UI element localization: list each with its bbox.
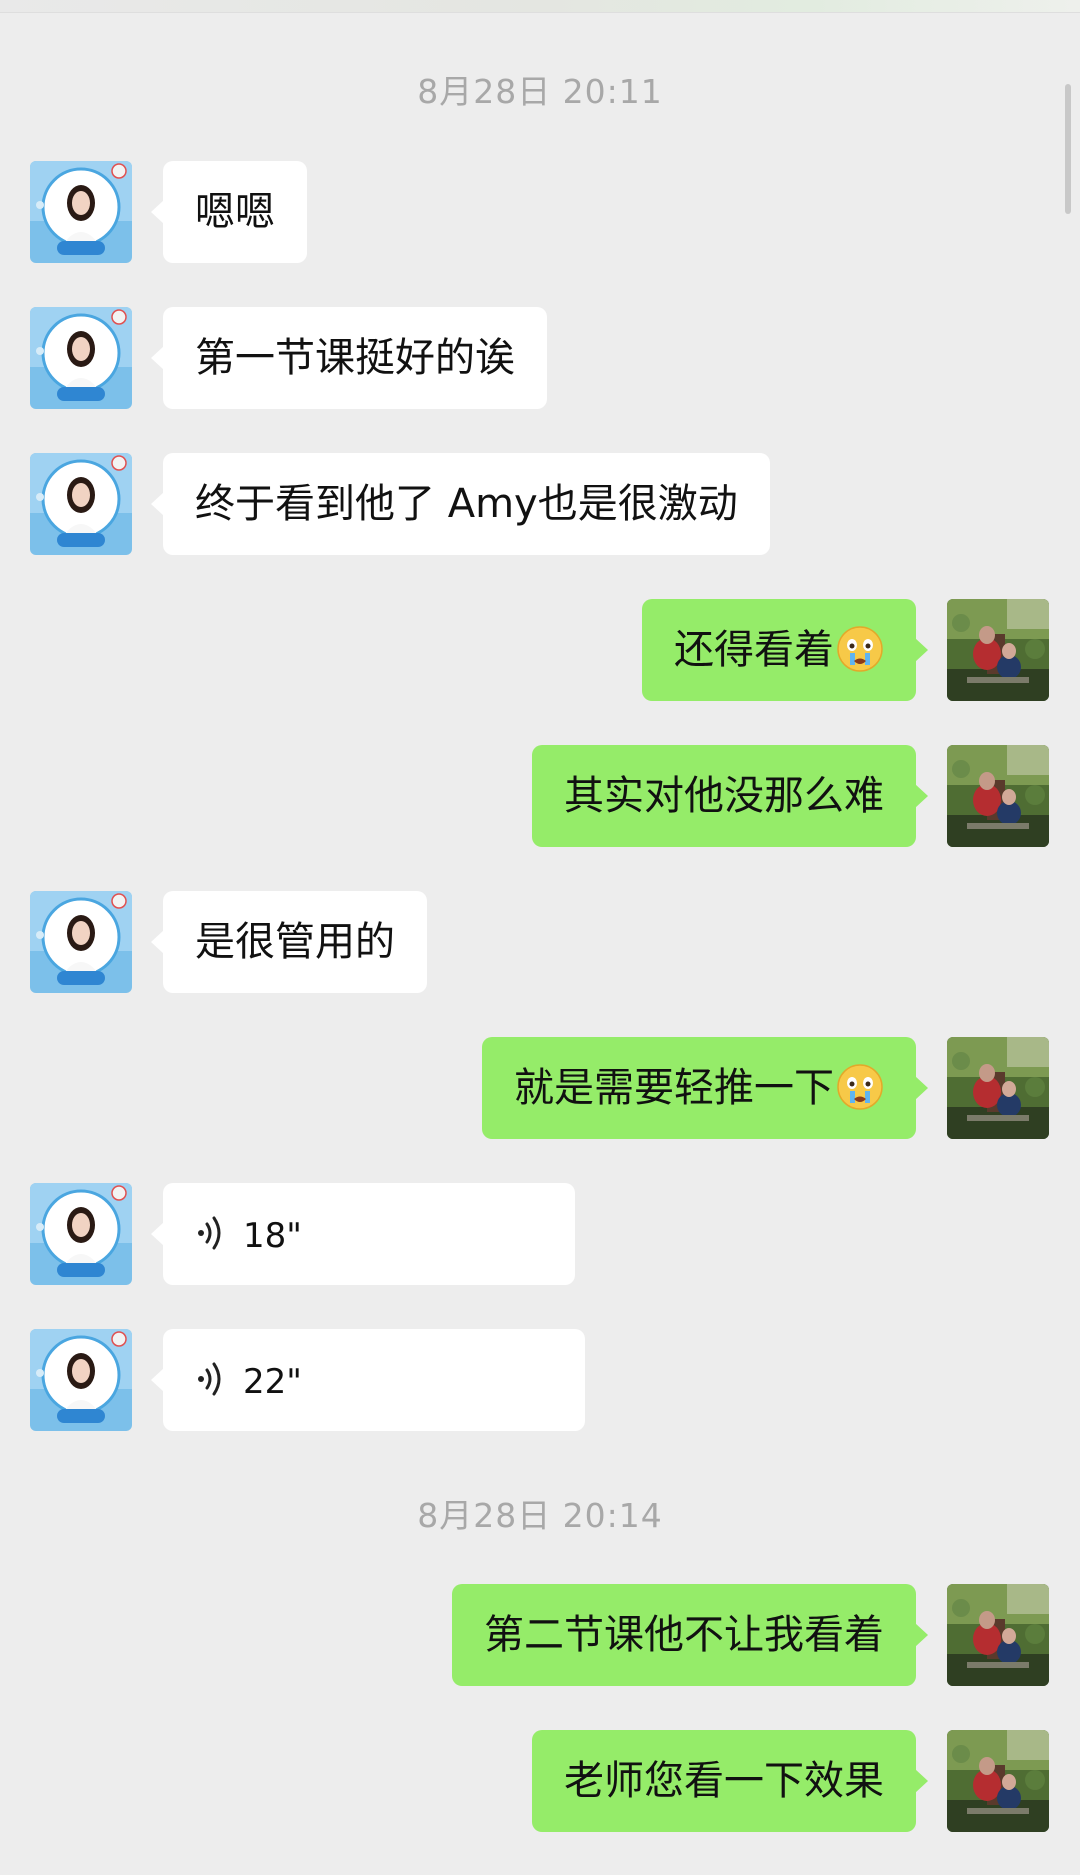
voice-wave-icon xyxy=(198,1362,221,1396)
message-bubble[interactable]: 终于看到他了 Amy也是很激动 xyxy=(151,453,770,555)
voice-wave-icon xyxy=(198,1216,221,1250)
message-text: 第一节课挺好的诶 xyxy=(195,335,515,381)
message-text: 还得看着 xyxy=(674,627,834,673)
voice-duration: 22" xyxy=(243,1362,302,1402)
message-bubble[interactable]: 第一节课挺好的诶 xyxy=(151,307,547,409)
teacher-avatar[interactable] xyxy=(30,891,132,993)
timestamp: 8月28日 20:14 xyxy=(417,1496,663,1535)
message-bubble[interactable]: 第二节课他不让我看着 xyxy=(452,1584,928,1686)
message-bubble[interactable]: 老师您看一下效果 xyxy=(532,1730,928,1832)
teacher-avatar[interactable] xyxy=(30,1329,132,1431)
teacher-avatar[interactable] xyxy=(30,453,132,555)
user-avatar[interactable] xyxy=(947,745,1049,847)
message-text: 其实对他没那么难 xyxy=(564,773,884,819)
voice-message-bubble[interactable]: 18" xyxy=(151,1183,575,1285)
top-divider xyxy=(0,0,1080,13)
timestamp: 8月28日 20:11 xyxy=(417,72,663,111)
message-text: 终于看到他了 Amy也是很激动 xyxy=(195,481,738,527)
teacher-avatar[interactable] xyxy=(30,307,132,409)
message-text: 就是需要轻推一下 xyxy=(514,1065,834,1111)
message-text: 老师您看一下效果 xyxy=(564,1758,884,1804)
message-bubble[interactable]: 其实对他没那么难 xyxy=(532,745,928,847)
voice-duration: 18" xyxy=(243,1216,302,1256)
teacher-avatar[interactable] xyxy=(30,1183,132,1285)
crying-face-icon xyxy=(837,626,883,672)
message-text: 嗯嗯 xyxy=(195,189,275,235)
voice-message-bubble[interactable]: 22" xyxy=(151,1329,585,1431)
message-bubble[interactable]: 是很管用的 xyxy=(151,891,427,993)
crying-face-icon xyxy=(837,1064,883,1110)
teacher-avatar[interactable] xyxy=(30,161,132,263)
user-avatar[interactable] xyxy=(947,1730,1049,1832)
user-avatar[interactable] xyxy=(947,1584,1049,1686)
user-avatar[interactable] xyxy=(947,599,1049,701)
message-bubble[interactable]: 就是需要轻推一下 xyxy=(482,1037,928,1139)
message-text: 第二节课他不让我看着 xyxy=(484,1612,884,1658)
message-bubble[interactable]: 还得看着 xyxy=(642,599,928,701)
message-text: 是很管用的 xyxy=(195,919,395,965)
user-avatar[interactable] xyxy=(947,1037,1049,1139)
message-bubble[interactable]: 嗯嗯 xyxy=(151,161,307,263)
